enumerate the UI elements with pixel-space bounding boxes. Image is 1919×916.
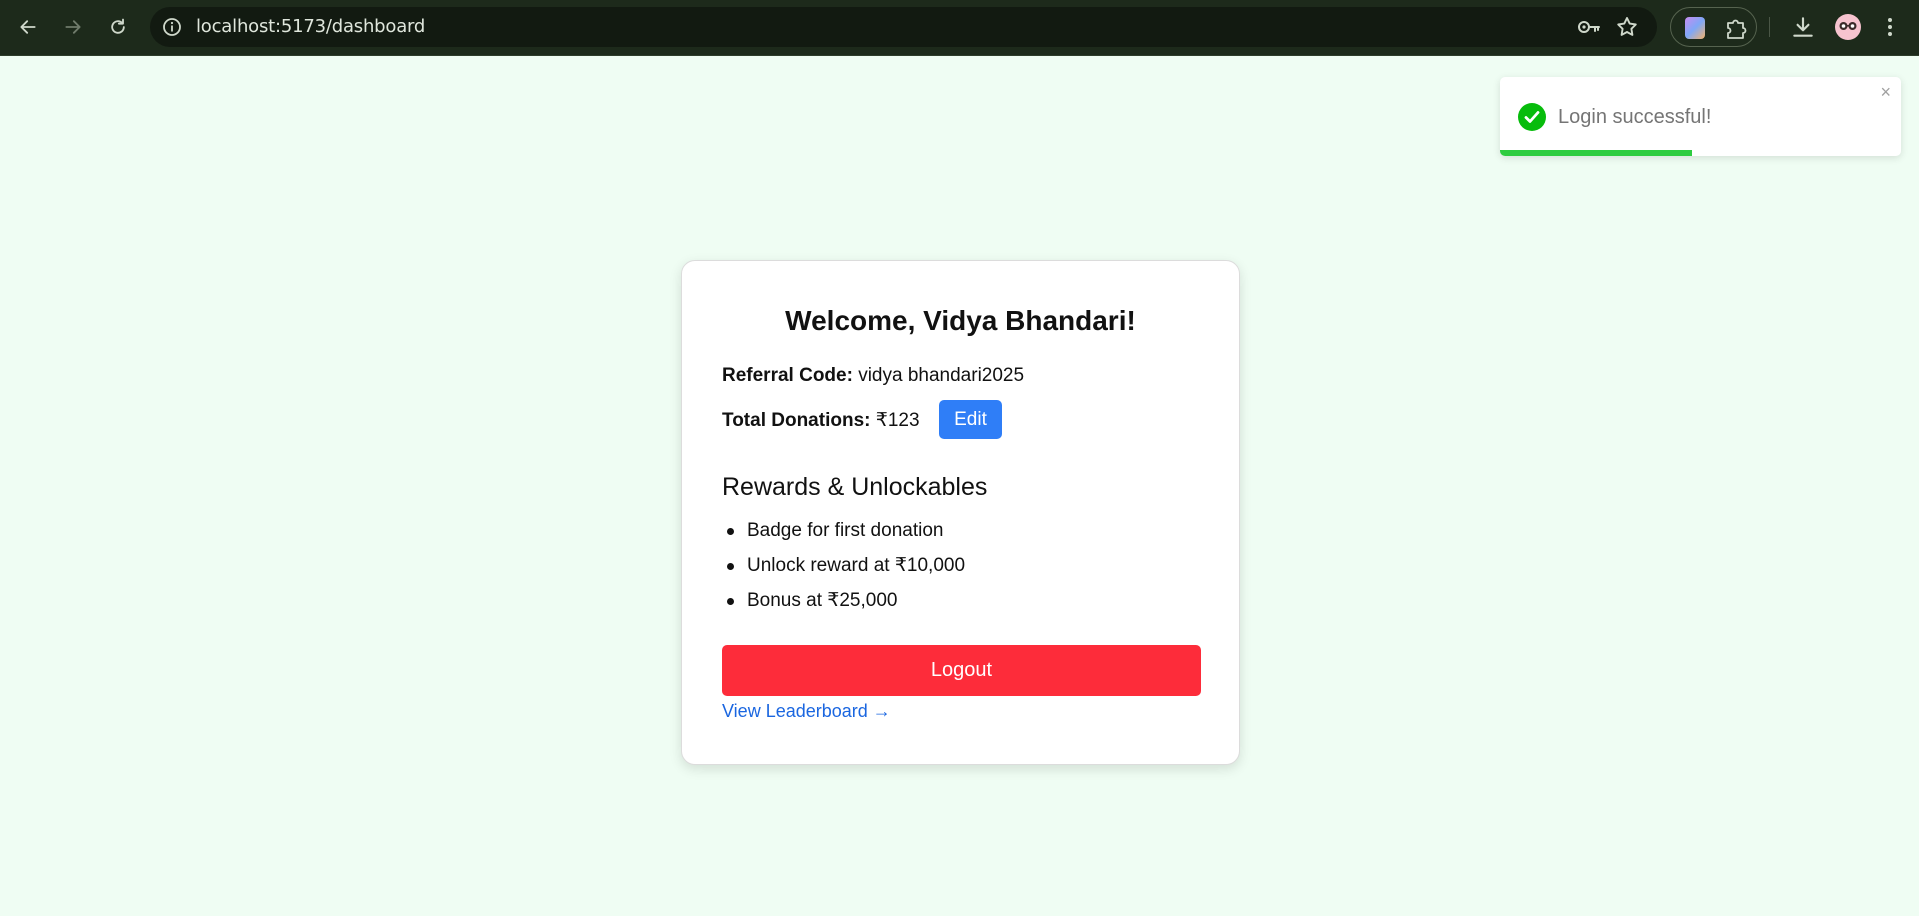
reload-icon[interactable] <box>103 12 133 42</box>
donations-amount: ₹123 <box>875 410 920 431</box>
back-icon[interactable] <box>13 12 43 42</box>
forward-icon[interactable] <box>58 12 88 42</box>
password-key-icon[interactable] <box>1577 17 1601 37</box>
edit-button[interactable]: Edit <box>939 400 1002 439</box>
toast-message: Login successful! <box>1558 106 1712 128</box>
dashboard-card: Welcome, Vidya Bhandari! Referral Code: … <box>681 260 1240 765</box>
login-toast: Login successful! × <box>1500 77 1901 156</box>
site-info-icon[interactable] <box>162 17 182 37</box>
reward-item: Badge for first donation <box>722 519 965 554</box>
bookmark-star-icon[interactable] <box>1615 15 1639 39</box>
address-bar[interactable]: localhost:5173/dashboard <box>150 7 1657 47</box>
view-leaderboard-link[interactable]: View Leaderboard → <box>722 701 891 722</box>
rewards-list: Badge for first donation Unlock reward a… <box>722 519 965 624</box>
referral-label: Referral Code: <box>722 365 853 386</box>
reward-item: Bonus at ₹25,000 <box>722 589 965 624</box>
toast-close-icon[interactable]: × <box>1880 83 1891 101</box>
extensions-group <box>1670 7 1757 47</box>
puzzle-extensions-icon[interactable] <box>1724 17 1748 39</box>
rewards-heading: Rewards & Unlockables <box>722 473 988 501</box>
download-icon[interactable] <box>1790 14 1816 40</box>
extension-icon[interactable] <box>1685 17 1705 39</box>
toast-progress-bar <box>1500 150 1693 156</box>
more-menu-icon[interactable] <box>1882 14 1898 40</box>
donations-label: Total Donations: <box>722 410 871 431</box>
success-check-icon <box>1518 103 1546 131</box>
toolbar-divider <box>1769 17 1770 37</box>
referral-row: Referral Code: vidya bhandari2025 <box>722 365 1024 387</box>
reward-item: Unlock reward at ₹10,000 <box>722 554 965 589</box>
logout-button[interactable]: Logout <box>722 645 1201 696</box>
url-text[interactable]: localhost:5173/dashboard <box>196 7 425 47</box>
browser-toolbar: localhost:5173/dashboard <box>0 0 1919 56</box>
welcome-title: Welcome, Vidya Bhandari! <box>785 305 1136 336</box>
profile-avatar[interactable] <box>1835 14 1861 40</box>
donations-row: Total Donations: ₹123 <box>722 409 920 432</box>
referral-code: vidya bhandari2025 <box>858 365 1025 386</box>
